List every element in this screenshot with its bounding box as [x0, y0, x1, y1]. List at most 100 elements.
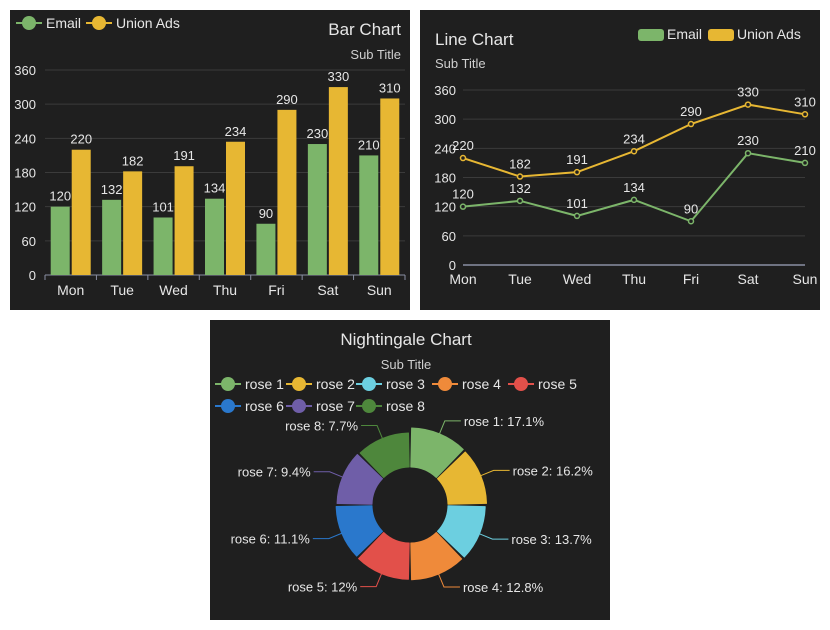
- legend-rose-6-marker: [221, 399, 235, 413]
- slice-label: rose 1: 17.1%: [464, 414, 545, 429]
- line-chart: Line ChartSub TitleEmail Union Ads0601201…: [434, 26, 818, 287]
- bar: [307, 144, 327, 275]
- data-label: 90: [684, 201, 698, 216]
- x-tick-label: Sat: [317, 282, 338, 298]
- legend-email-marker: [22, 16, 36, 30]
- data-label: 310: [794, 94, 816, 109]
- data-label: 90: [259, 206, 273, 221]
- x-tick-label: Fri: [268, 282, 284, 298]
- x-tick-label: Thu: [622, 271, 646, 287]
- data-label: 101: [566, 196, 588, 211]
- x-tick-label: Wed: [563, 271, 592, 287]
- legend-union-ads-label: Union Ads: [116, 15, 180, 31]
- data-point: [744, 149, 752, 157]
- leader-line: [361, 424, 383, 439]
- y-tick-label: 120: [14, 200, 36, 215]
- data-label: 330: [737, 85, 759, 100]
- bar: [277, 109, 297, 275]
- leader-line: [312, 532, 342, 540]
- data-point: [744, 101, 752, 108]
- legend-rose-2-label: rose 2: [316, 376, 355, 392]
- y-tick-label: 60: [22, 234, 36, 249]
- legend-rose-8-label: rose 8: [386, 398, 425, 414]
- legend-rose-2-marker: [292, 377, 306, 391]
- legend-rose-4-marker: [438, 377, 452, 391]
- nightingale-chart: Nightingale Chart Sub Title rose 1 rose 2 ro…: [215, 330, 594, 595]
- data-point: [573, 212, 581, 220]
- chart-title: Nightingale Chart: [340, 330, 472, 349]
- x-tick-label: Fri: [683, 271, 699, 287]
- bar: [71, 149, 91, 275]
- y-tick-label: 120: [434, 200, 456, 215]
- data-label: 220: [70, 132, 92, 147]
- y-tick-label: 0: [29, 268, 36, 283]
- leader-line: [360, 573, 383, 588]
- leader-line: [438, 573, 460, 588]
- bar: [102, 199, 122, 275]
- data-point: [516, 197, 524, 205]
- slice-label: rose 2: 16.2%: [513, 463, 594, 478]
- y-tick-label: 300: [14, 97, 36, 112]
- data-point: [687, 120, 695, 128]
- leader-line: [439, 420, 461, 435]
- data-label: 132: [101, 182, 123, 197]
- data-point: [630, 148, 638, 155]
- legend-rose-3-marker: [362, 377, 376, 391]
- data-point: [801, 111, 809, 118]
- legend-rose-7-label: rose 7: [316, 398, 355, 414]
- data-label: 310: [379, 80, 401, 95]
- bar-chart-panel: Bar Chart Sub Title Email Union Ads 0 60 120 18…: [10, 10, 410, 310]
- x-tick-label: Sun: [793, 271, 818, 287]
- legend-union-ads-label: Union Ads: [737, 26, 801, 42]
- legend-rose-5-marker: [514, 377, 528, 391]
- data-point: [573, 168, 581, 176]
- line-chart-panel: Line Chart Sub Title Email Union Ads 0 60 120 1…: [420, 10, 820, 310]
- bar: [205, 198, 224, 275]
- data-label: 132: [509, 181, 531, 196]
- bar: [256, 223, 276, 275]
- data-label: 234: [225, 124, 247, 139]
- y-tick-label: 300: [434, 112, 456, 127]
- chart-subtitle: Sub Title: [381, 357, 432, 372]
- nightingale-chart-panel: Nightingale Chart Sub Title rose 1 rose 2 ro…: [210, 320, 610, 620]
- legend-rose-6-label: rose 6: [245, 398, 284, 414]
- y-tick-label: 180: [434, 171, 456, 186]
- legend-rose-8-marker: [362, 399, 376, 413]
- x-tick-label: Tue: [110, 282, 134, 298]
- data-label: 290: [276, 92, 298, 107]
- leader-line: [480, 469, 510, 477]
- legend-marker: [708, 29, 734, 41]
- x-tick-label: Thu: [213, 282, 237, 298]
- data-label: 101: [152, 199, 174, 214]
- data-label: 120: [49, 189, 71, 204]
- data-label: 182: [509, 157, 531, 172]
- data-label: 210: [358, 137, 380, 152]
- data-label: 330: [328, 69, 350, 84]
- chart-subtitle: Sub Title: [435, 56, 486, 71]
- x-tick-label: Tue: [508, 271, 532, 287]
- bar-chart: Bar Chart Sub Title Email Union Ads 0 60 120 18…: [14, 15, 406, 298]
- data-label: 234: [623, 131, 645, 146]
- x-tick-label: Mon: [57, 282, 84, 298]
- x-tick-label: Sun: [367, 282, 392, 298]
- slice-label: rose 4: 12.8%: [463, 580, 544, 595]
- legend-email-label: Email: [667, 26, 702, 42]
- legend-rose-4-label: rose 4: [462, 376, 501, 392]
- data-point: [687, 218, 695, 225]
- slice-label: rose 3: 13.7%: [511, 532, 592, 547]
- slice-label: rose 5: 12%: [288, 580, 358, 595]
- data-point: [459, 154, 467, 162]
- data-label: 182: [122, 153, 144, 168]
- data-point: [516, 173, 524, 180]
- slice-label: rose 6: 11.1%: [231, 532, 311, 547]
- legend-marker: [638, 29, 664, 41]
- x-tick-label: Mon: [449, 271, 476, 287]
- data-label: 290: [680, 104, 702, 119]
- slice-label: rose 8: 7.7%: [285, 418, 358, 433]
- leader-line: [313, 471, 343, 478]
- legend-rose-1-marker: [221, 377, 235, 391]
- data-label: 230: [737, 133, 759, 148]
- chart-title: Bar Chart: [328, 20, 401, 39]
- data-point: [459, 203, 467, 210]
- data-label: 220: [452, 138, 474, 153]
